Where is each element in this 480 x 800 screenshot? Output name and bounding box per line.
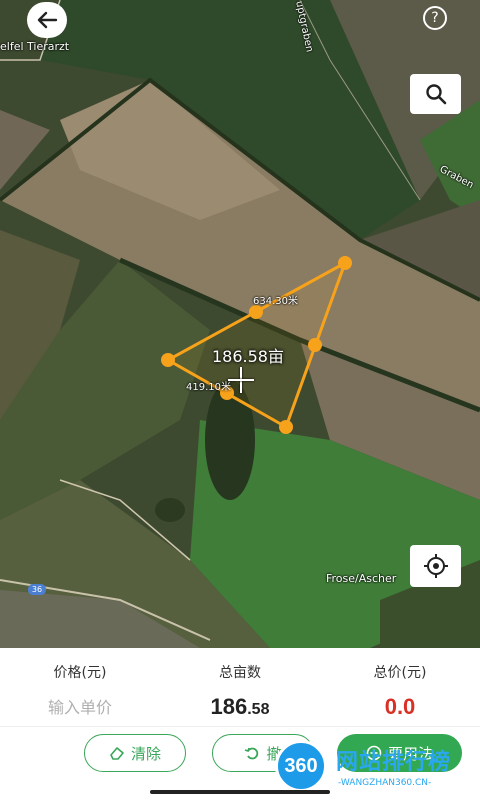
total-header: 总价(元): [373, 665, 427, 681]
crosshair-icon: [228, 367, 254, 393]
help-icon: ?: [431, 10, 439, 26]
watermark-title: 网站排行榜: [336, 750, 452, 775]
area-header: 总亩数: [219, 665, 261, 681]
watermark-badge: 360: [275, 740, 327, 792]
area-integer: 186: [210, 694, 248, 719]
total-price-value: 0.0: [384, 694, 416, 719]
clear-button[interactable]: 清除: [84, 734, 186, 772]
price-header: 价格(元): [53, 665, 107, 681]
eraser-icon: [110, 747, 124, 760]
polygon-area-label: 186.58亩: [212, 347, 284, 366]
edge-length-label: 419.10米: [186, 382, 231, 393]
total-column: 总价(元) 0.0: [320, 662, 480, 720]
search-button[interactable]: [410, 74, 461, 114]
undo-icon: [245, 747, 259, 760]
watermark: 360 网站排行榜 -WANGZHAN360.CN-: [270, 738, 480, 798]
home-indicator[interactable]: [150, 790, 330, 794]
area-fraction: .58: [247, 701, 270, 718]
price-column: 价格(元): [0, 662, 160, 717]
price-input[interactable]: [20, 698, 140, 717]
area-column: 总亩数 186.58: [160, 662, 320, 720]
locate-button[interactable]: [410, 545, 461, 587]
polygon-vertex[interactable]: [338, 256, 352, 270]
polygon-vertex[interactable]: [161, 353, 175, 367]
search-icon: [425, 84, 446, 105]
back-button[interactable]: [27, 2, 67, 38]
watermark-subtitle: -WANGZHAN360.CN-: [338, 778, 432, 788]
arrow-left-icon: [37, 11, 58, 29]
place-label: elfel Tierarzt: [0, 40, 70, 53]
divider: [0, 726, 480, 727]
help-button[interactable]: ?: [423, 6, 447, 30]
edge-length-label: 634.30米: [253, 296, 298, 307]
polygon-midpoint[interactable]: [308, 338, 322, 352]
map-view[interactable]: elfel Tierarzt Frose/Ascher Graben uptgr…: [0, 0, 480, 648]
satellite-imagery: [0, 0, 480, 648]
place-label: Frose/Ascher: [326, 572, 397, 585]
total-area-value: 186.58: [160, 694, 320, 720]
locate-icon: [423, 554, 448, 578]
road-number-badge: 36: [28, 584, 46, 595]
clear-label: 清除: [130, 744, 161, 763]
polygon-midpoint[interactable]: [249, 305, 263, 319]
polygon-vertex[interactable]: [279, 420, 293, 434]
